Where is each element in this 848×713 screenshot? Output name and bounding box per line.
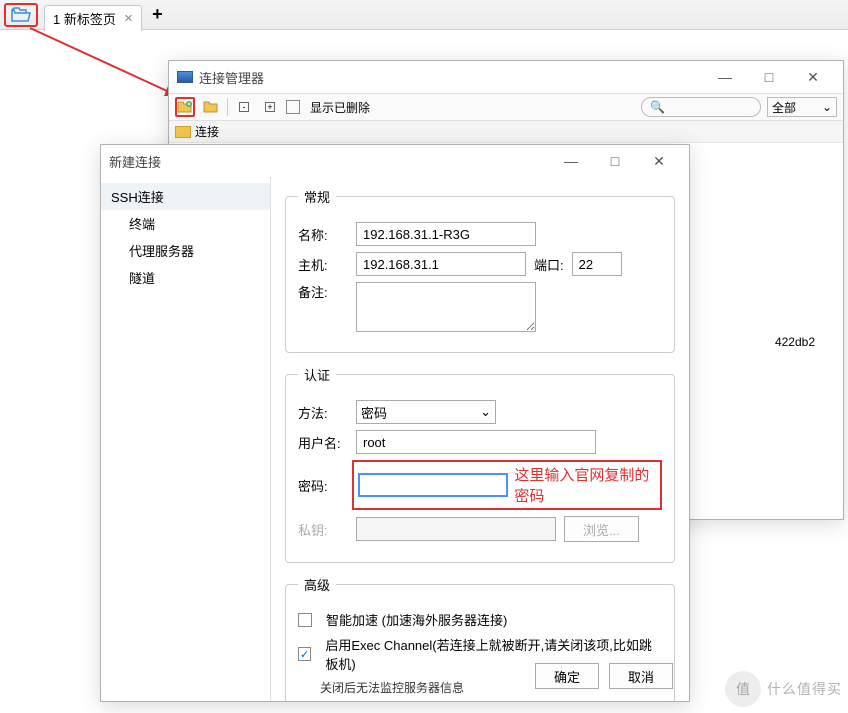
sidebar-item-terminal[interactable]: 终端 [101,210,270,237]
watermark-logo: 值 [725,671,761,707]
show-deleted-checkbox[interactable]: 显示已删除 [286,99,370,116]
terminal-icon [177,71,193,83]
chevron-down-icon: ⌄ [480,404,491,420]
sidebar-item-tunnel[interactable]: 隧道 [101,264,270,291]
password-input[interactable] [358,473,508,497]
general-group: 常规 名称: 主机: 端口: 备注: [285,187,675,353]
mgr-title: 连接管理器 [199,68,264,87]
port-input[interactable] [572,252,622,276]
cancel-button[interactable]: 取消 [609,663,673,689]
browser-tab[interactable]: 1 新标签页 ✕ [44,5,142,31]
method-select[interactable]: 密码⌄ [356,400,496,424]
chevron-down-icon: ⌄ [822,100,832,114]
watermark: 值 什么值得买 [725,671,842,707]
folder-icon [175,126,191,138]
dialog-buttons: 确定 取消 [535,663,673,689]
minimize-button[interactable]: ― [549,145,593,177]
sidebar-category-ssh[interactable]: SSH连接 [101,183,270,210]
new-folder-button[interactable] [201,97,221,117]
tab-label: 1 新标签页 [53,9,116,28]
nc-title: 新建连接 [109,152,161,171]
filter-select[interactable]: 全部⌄ [767,97,837,117]
username-input[interactable] [356,430,596,454]
expand-button[interactable]: + [260,97,280,117]
remark-label: 备注: [298,282,348,301]
open-connections-button[interactable] [4,3,38,27]
user-label: 用户名: [298,433,348,452]
key-label: 私钥: [298,520,348,539]
search-icon: 🔍 [650,100,665,114]
port-label: 端口: [534,255,564,274]
close-tab-icon[interactable]: ✕ [124,12,133,25]
tree-header: 连接 [169,121,843,143]
sidebar-item-proxy[interactable]: 代理服务器 [101,237,270,264]
search-input[interactable]: 🔍 [641,97,761,117]
password-annotation: 这里输入官网复制的密码 [514,464,656,506]
password-callout: 这里输入官网复制的密码 [352,460,662,510]
auth-group: 认证 方法: 密码⌄ 用户名: 密码: 这里输入官网复制的密码 [285,365,675,563]
close-button[interactable]: ✕ [637,145,681,177]
maximize-button[interactable]: □ [593,145,637,177]
pwd-label: 密码: [298,476,344,495]
minimize-button[interactable]: ― [703,61,747,93]
folder-plus-icon [177,100,193,114]
watermark-text: 什么值得买 [767,679,842,699]
new-connection-button[interactable] [175,97,195,117]
nc-titlebar: 新建连接 ― □ ✕ [101,145,689,177]
name-input[interactable] [356,222,536,246]
smart-boost-checkbox[interactable]: 智能加速 (加速海外服务器连接) [298,610,662,629]
host-input[interactable] [356,252,526,276]
tab-bar: 1 新标签页 ✕ + [0,0,848,30]
collapse-button[interactable]: - [234,97,254,117]
nc-sidebar: SSH连接 终端 代理服务器 隧道 [101,177,271,701]
mgr-toolbar: - + 显示已删除 🔍 全部⌄ [169,93,843,121]
close-button[interactable]: ✕ [791,61,835,93]
folder-icon [203,100,219,114]
browse-button: 浏览... [564,516,639,542]
name-label: 名称: [298,225,348,244]
mgr-titlebar: 连接管理器 ― □ ✕ [169,61,843,93]
method-label: 方法: [298,403,348,422]
maximize-button[interactable]: □ [747,61,791,93]
remark-input[interactable] [356,282,536,332]
host-label: 主机: [298,255,348,274]
new-tab-button[interactable]: + [152,4,163,25]
folder-open-icon [11,7,31,23]
private-key-input [356,517,556,541]
ok-button[interactable]: 确定 [535,663,599,689]
nc-main: 常规 名称: 主机: 端口: 备注: 认证 [271,177,689,701]
new-connection-dialog: 新建连接 ― □ ✕ SSH连接 终端 代理服务器 隧道 常规 名称: 主机: … [100,144,690,702]
